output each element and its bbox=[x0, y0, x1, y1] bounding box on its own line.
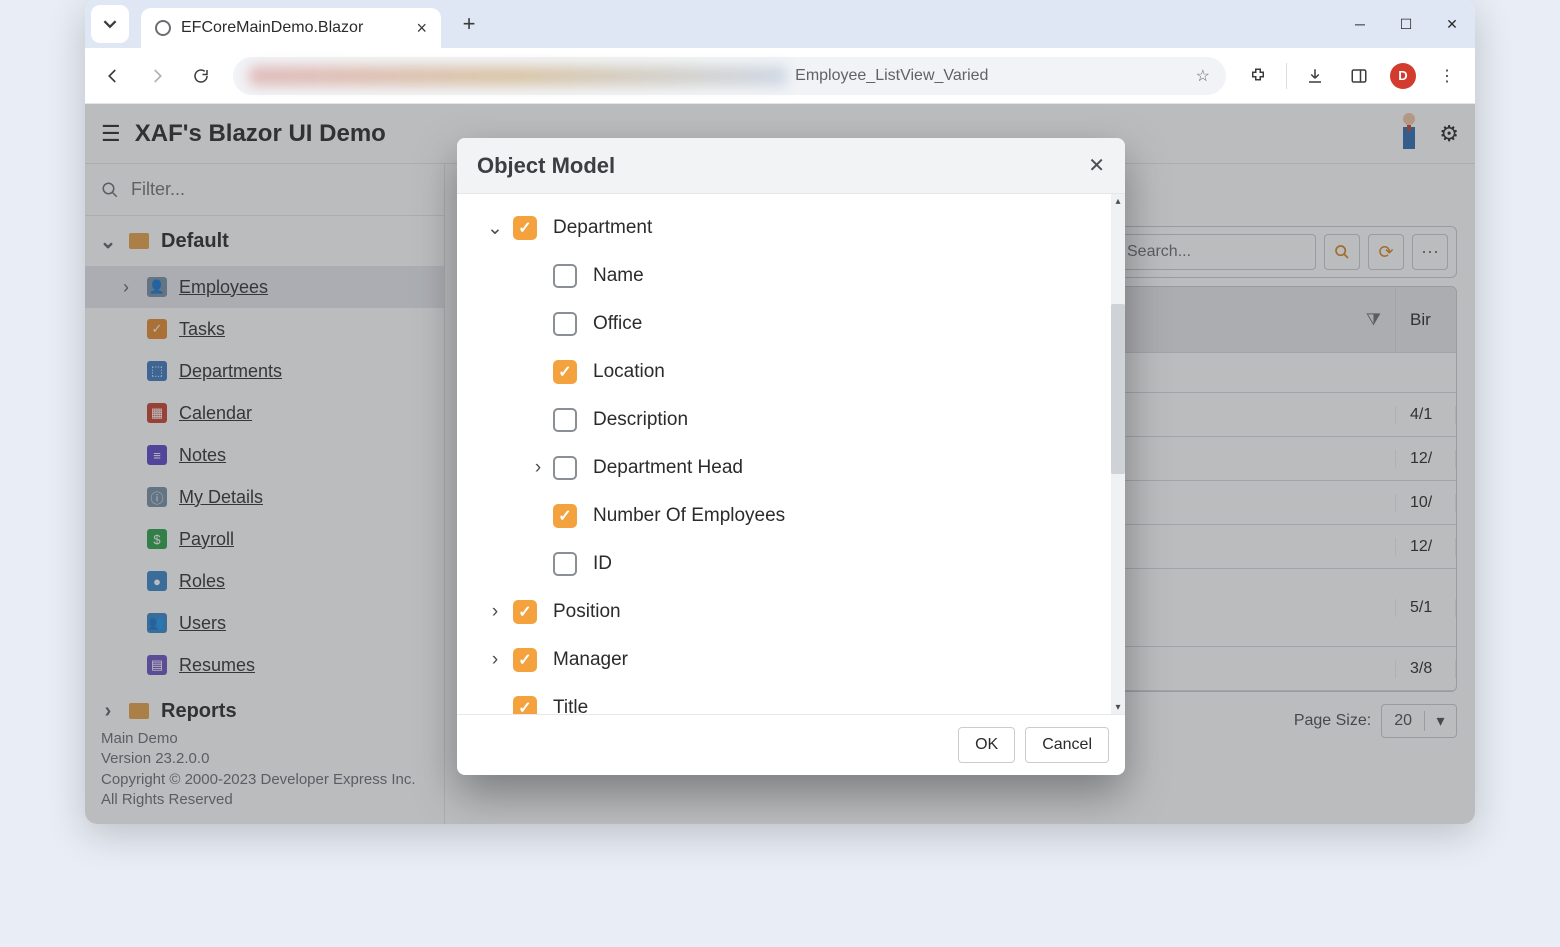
tree-node[interactable]: Location bbox=[457, 348, 1119, 396]
dialog-header: Object Model ✕ bbox=[457, 138, 1125, 194]
checkbox[interactable] bbox=[553, 456, 577, 480]
window-controls: ─ ☐ ✕ bbox=[1337, 0, 1475, 48]
scrollbar-thumb[interactable] bbox=[1111, 304, 1125, 474]
tree-node[interactable]: Number Of Employees bbox=[457, 492, 1119, 540]
url-visible: Employee_ListView_Varied bbox=[795, 67, 988, 85]
tree-node[interactable]: Office bbox=[457, 300, 1119, 348]
dialog-title: Object Model bbox=[477, 153, 615, 179]
address-bar[interactable]: Employee_ListView_Varied ☆ bbox=[233, 57, 1226, 95]
tab-close-icon[interactable]: × bbox=[416, 18, 427, 39]
ok-button[interactable]: OK bbox=[958, 727, 1015, 763]
tree-node-label: Position bbox=[553, 601, 621, 623]
maximize-button[interactable]: ☐ bbox=[1383, 0, 1429, 48]
forward-button[interactable] bbox=[137, 56, 177, 96]
object-tree: ⌄ Department Name Office Location Description… bbox=[457, 204, 1119, 714]
tree-node[interactable]: Title bbox=[457, 684, 1119, 714]
dialog-footer: OK Cancel bbox=[457, 714, 1125, 775]
dialog-close-icon[interactable]: ✕ bbox=[1088, 153, 1105, 178]
scrollbar[interactable]: ▴ ▾ bbox=[1111, 194, 1125, 714]
browser-window: EFCoreMainDemo.Blazor × + ─ ☐ ✕ Employee… bbox=[85, 0, 1475, 824]
chrome-menu-icon[interactable]: ⋮ bbox=[1427, 56, 1467, 96]
tree-node-label: Title bbox=[553, 697, 588, 714]
tree-node[interactable]: › Position bbox=[457, 588, 1119, 636]
tree-node-label: Department bbox=[553, 217, 652, 239]
tree-node-label: Manager bbox=[553, 649, 628, 671]
checkbox[interactable] bbox=[513, 600, 537, 624]
checkbox[interactable] bbox=[553, 312, 577, 336]
tree-node-label: Name bbox=[593, 265, 644, 287]
globe-icon bbox=[155, 20, 171, 36]
tree-node[interactable]: Description bbox=[457, 396, 1119, 444]
tree-node[interactable]: Name bbox=[457, 252, 1119, 300]
checkbox[interactable] bbox=[553, 552, 577, 576]
back-button[interactable] bbox=[93, 56, 133, 96]
browser-tab[interactable]: EFCoreMainDemo.Blazor × bbox=[141, 8, 441, 48]
tree-node[interactable]: › Manager bbox=[457, 636, 1119, 684]
cancel-button[interactable]: Cancel bbox=[1025, 727, 1109, 763]
star-icon[interactable]: ☆ bbox=[1196, 66, 1210, 86]
downloads-icon[interactable] bbox=[1295, 56, 1335, 96]
tree-node[interactable]: ID bbox=[457, 540, 1119, 588]
checkbox[interactable] bbox=[553, 360, 577, 384]
tree-node-label: Location bbox=[593, 361, 665, 383]
checkbox[interactable] bbox=[513, 696, 537, 714]
scroll-down-arrow-icon[interactable]: ▾ bbox=[1111, 700, 1125, 714]
url-redacted bbox=[249, 66, 787, 86]
chevron-down-icon[interactable]: ⌄ bbox=[477, 217, 513, 240]
scroll-up-arrow-icon[interactable]: ▴ bbox=[1111, 194, 1125, 208]
checkbox[interactable] bbox=[553, 408, 577, 432]
tree-node[interactable]: ⌄ Department bbox=[457, 204, 1119, 252]
button-label: OK bbox=[975, 736, 998, 754]
app-root: ☰ XAF's Blazor UI Demo ⚙ ⌄ Default bbox=[85, 104, 1475, 824]
tree-node[interactable]: › Department Head bbox=[457, 444, 1119, 492]
checkbox[interactable] bbox=[553, 504, 577, 528]
tab-search-dropdown[interactable] bbox=[91, 5, 129, 43]
chevron-right-icon[interactable]: › bbox=[523, 457, 553, 479]
tree-node-label: Description bbox=[593, 409, 688, 431]
tree-node-label: Office bbox=[593, 313, 642, 335]
tree-node-label: Department Head bbox=[593, 457, 743, 479]
checkbox[interactable] bbox=[513, 216, 537, 240]
new-tab-button[interactable]: + bbox=[451, 6, 487, 42]
checkbox[interactable] bbox=[553, 264, 577, 288]
browser-toolbar: Employee_ListView_Varied ☆ D ⋮ bbox=[85, 48, 1475, 104]
tree-node-label: ID bbox=[593, 553, 612, 575]
checkbox[interactable] bbox=[513, 648, 537, 672]
chevron-right-icon[interactable]: › bbox=[477, 601, 513, 623]
chevron-right-icon[interactable]: › bbox=[477, 649, 513, 671]
tree-node-label: Number Of Employees bbox=[593, 505, 785, 527]
reload-button[interactable] bbox=[181, 56, 221, 96]
titlebar: EFCoreMainDemo.Blazor × + ─ ☐ ✕ bbox=[85, 0, 1475, 48]
extensions-icon[interactable] bbox=[1238, 56, 1278, 96]
dialog-body: ⌄ Department Name Office Location Description… bbox=[457, 194, 1125, 714]
minimize-button[interactable]: ─ bbox=[1337, 0, 1383, 48]
button-label: Cancel bbox=[1042, 736, 1092, 754]
profile-avatar[interactable]: D bbox=[1383, 56, 1423, 96]
tab-title: EFCoreMainDemo.Blazor bbox=[181, 19, 363, 37]
side-panel-icon[interactable] bbox=[1339, 56, 1379, 96]
close-window-button[interactable]: ✕ bbox=[1429, 0, 1475, 48]
object-model-dialog: Object Model ✕ ⌄ Department Name Office Loca… bbox=[457, 138, 1125, 775]
